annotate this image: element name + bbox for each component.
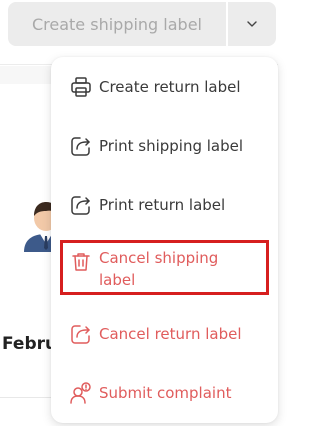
menu-item-label: Print return label	[99, 196, 226, 214]
chevron-down-icon	[247, 21, 257, 27]
background-date-text: Febru	[2, 334, 52, 354]
share-arrow-icon	[71, 137, 90, 156]
menu-item-label-line1: Cancel shipping	[99, 249, 219, 267]
share-arrow-icon	[71, 325, 90, 344]
user-avatar-icon	[18, 196, 54, 252]
dropdown-toggle-button[interactable]	[228, 2, 276, 46]
shipping-label-split-button: Create shipping label	[8, 2, 276, 46]
menu-item-print-shipping-label[interactable]: Print shipping label	[51, 134, 278, 158]
printer-icon	[71, 77, 91, 97]
trash-icon	[72, 253, 90, 271]
menu-item-label: Print shipping label	[99, 137, 244, 155]
create-shipping-label-text: Create shipping label	[31, 14, 202, 34]
menu-item-label: Create return label	[99, 78, 241, 96]
menu-item-submit-complaint[interactable]: Submit complaint	[51, 381, 278, 405]
user-alert-icon	[70, 382, 91, 404]
menu-item-label-line2: label	[99, 271, 136, 289]
share-arrow-icon	[71, 196, 90, 215]
create-shipping-label-button[interactable]: Create shipping label	[8, 2, 226, 46]
menu-item-print-return-label[interactable]: Print return label	[51, 193, 278, 217]
background-row-divider	[0, 397, 52, 398]
menu-item-cancel-return-label[interactable]: Cancel return label	[51, 322, 278, 346]
dropdown-menu: Create return label Print shipping label…	[51, 57, 278, 423]
menu-item-cancel-shipping-label[interactable]: Cancel shipping label	[51, 247, 278, 291]
menu-item-create-return-label[interactable]: Create return label	[51, 75, 278, 99]
background-table-header	[0, 66, 52, 84]
menu-item-label: Submit complaint	[99, 384, 232, 402]
menu-item-label: Cancel return label	[99, 325, 242, 343]
